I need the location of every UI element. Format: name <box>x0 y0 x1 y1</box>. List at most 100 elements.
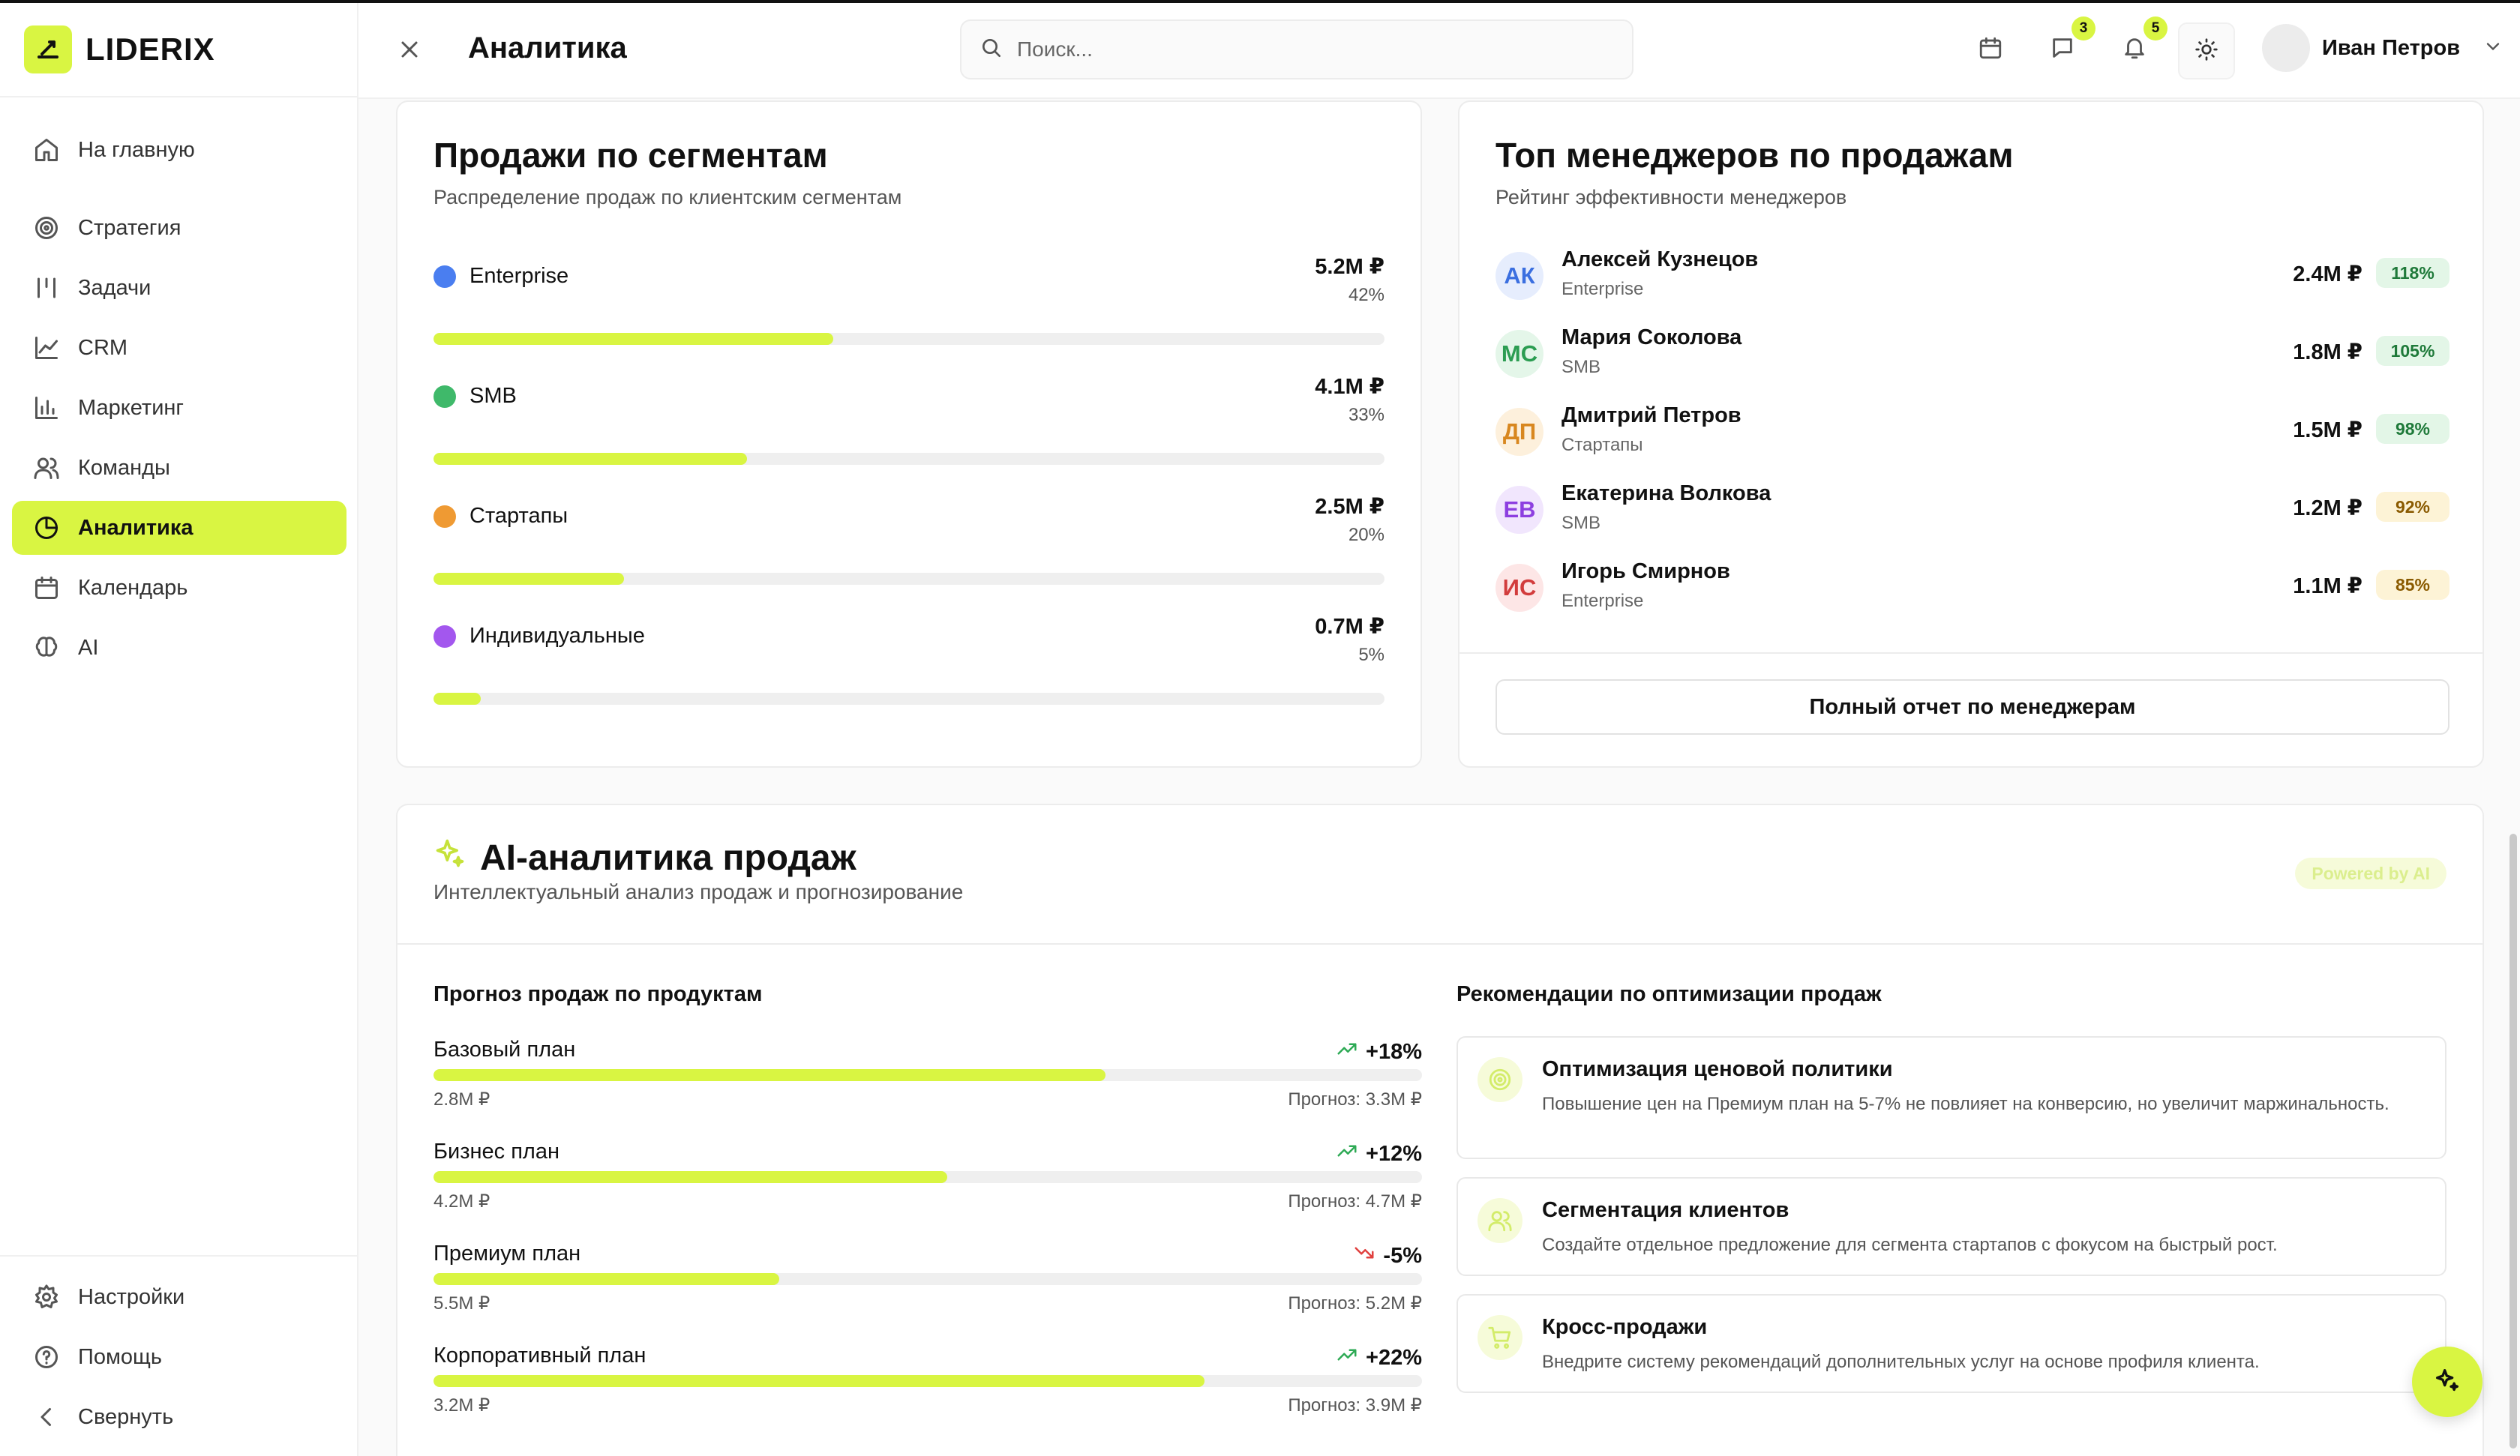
full-report-button[interactable]: Полный отчет по менеджерам <box>1496 679 2450 735</box>
sidebar-item-teams[interactable]: Команды <box>12 441 346 495</box>
sidebar-item-ai[interactable]: AI <box>12 621 346 675</box>
search-box[interactable] <box>960 19 1634 79</box>
sidebar-item-label: Задачи <box>78 275 152 300</box>
chart-line-icon <box>32 333 62 363</box>
card-subtitle: Рейтинг эффективности менеджеров <box>1496 186 1847 208</box>
segment-value: 0.7M ₽ <box>1315 615 1384 639</box>
theme-toggle-button[interactable] <box>2178 22 2235 79</box>
sparkle-icon <box>434 837 466 879</box>
forecast-title: Прогноз продаж по продуктам <box>434 982 763 1006</box>
ai-title-text: AI-аналитика продаж <box>480 837 856 878</box>
manager-segment: SMB <box>1562 513 1601 533</box>
manager-percent-badge: 85% <box>2376 570 2450 600</box>
card-title: Топ менеджеров по продажам <box>1496 136 2014 175</box>
segment-bar <box>434 693 1384 705</box>
search-input[interactable] <box>1017 37 1602 61</box>
segment-name: Индивидуальные <box>470 624 645 648</box>
segment-bar-fill <box>434 693 482 705</box>
segment-name: Enterprise <box>470 264 569 288</box>
product-current: 3.2M ₽ <box>434 1395 490 1416</box>
logo[interactable]: LIDERIX <box>24 25 215 73</box>
segment-bar <box>434 453 1384 465</box>
recommendation-text: Повышение цен на Премиум план на 5-7% не… <box>1542 1094 2390 1114</box>
target-icon <box>32 213 62 243</box>
sidebar-item-analytics[interactable]: Аналитика <box>12 501 346 555</box>
nav-gap <box>12 177 346 201</box>
product-bar-fill <box>434 1069 1106 1081</box>
product-bar-fill <box>434 1375 1205 1387</box>
sidebar-item-label: Настройки <box>78 1284 185 1309</box>
recommendation-card[interactable]: Кросс-продажи Внедрите систему рекоменда… <box>1456 1294 2446 1393</box>
manager-name: Дмитрий Петров <box>1562 403 1742 427</box>
segment-dot <box>434 625 456 648</box>
ai-assistant-button[interactable] <box>2412 1347 2482 1417</box>
notifications-button[interactable]: 5 <box>2118 16 2168 66</box>
product-current: 5.5M ₽ <box>434 1293 490 1314</box>
manager-row[interactable]: ДП Дмитрий Петров Стартапы 1.5M ₽ 98% <box>1496 403 2450 463</box>
sidebar-divider <box>0 96 358 97</box>
segment-label: Стартапы <box>434 504 568 529</box>
managers-card: Топ менеджеров по продажам Рейтинг эффек… <box>1458 100 2484 768</box>
recommendation-card[interactable]: Оптимизация ценовой политики Повышение ц… <box>1456 1036 2446 1159</box>
recommendation-title: Оптимизация ценовой политики <box>1542 1057 1893 1081</box>
scrollbar[interactable] <box>2510 834 2517 1449</box>
manager-avatar: АК <box>1496 252 1544 300</box>
close-icon[interactable] <box>396 36 423 63</box>
manager-row[interactable]: АК Алексей Кузнецов Enterprise 2.4M ₽ 11… <box>1496 247 2450 307</box>
manager-avatar: ЕВ <box>1496 486 1544 534</box>
segment-dot <box>434 505 456 528</box>
product-current: 4.2M ₽ <box>434 1191 490 1212</box>
manager-row[interactable]: ЕВ Екатерина Волкова SMB 1.2M ₽ 92% <box>1496 481 2450 541</box>
manager-avatar: ДП <box>1496 408 1544 456</box>
sidebar-item-label: Маркетинг <box>78 395 184 420</box>
sidebar-item-crm[interactable]: CRM <box>12 321 346 375</box>
segment-bar-fill <box>434 333 833 345</box>
sidebar-item-calendar[interactable]: Календарь <box>12 561 346 615</box>
product-change-value: +18% <box>1366 1039 1422 1064</box>
user-name: Иван Петров <box>2322 35 2461 60</box>
card-divider <box>1460 652 2482 654</box>
sidebar-item-marketing[interactable]: Маркетинг <box>12 381 346 435</box>
calendar-button[interactable] <box>1974 33 2007 66</box>
sidebar-item-label: Стратегия <box>78 215 182 240</box>
sidebar-item-label: На главную <box>78 137 195 162</box>
bar-chart-icon <box>32 393 62 423</box>
manager-name: Алексей Кузнецов <box>1562 247 1759 271</box>
product-bar <box>434 1069 1422 1081</box>
recommendation-card[interactable]: Сегментация клиентов Создайте отдельное … <box>1456 1177 2446 1276</box>
chevron-left-icon <box>32 1402 62 1432</box>
trend-up-icon <box>1336 1140 1358 1168</box>
product-name: Базовый план <box>434 1038 576 1062</box>
manager-percent-badge: 98% <box>2376 414 2450 444</box>
recommendation-title: Сегментация клиентов <box>1542 1198 1790 1222</box>
manager-name: Екатерина Волкова <box>1562 481 1772 505</box>
manager-row[interactable]: МС Мария Соколова SMB 1.8M ₽ 105% <box>1496 325 2450 385</box>
user-menu[interactable]: Иван Петров <box>2262 24 2504 72</box>
product-forecast: Прогноз: 3.9M ₽ <box>1288 1395 1422 1416</box>
segment-dot <box>434 265 456 288</box>
sidebar-item-settings[interactable]: Настройки <box>12 1270 346 1324</box>
sidebar-item-tasks[interactable]: Задачи <box>12 261 346 315</box>
sidebar-item-help[interactable]: Помощь <box>12 1330 346 1384</box>
manager-avatar: ИС <box>1496 564 1544 612</box>
segment-percent: 33% <box>1348 405 1384 425</box>
segment-value: 2.5M ₽ <box>1315 495 1384 519</box>
segment-bar-fill <box>434 573 624 585</box>
messages-button[interactable]: 3 <box>2046 16 2096 66</box>
segment-label: SMB <box>434 384 517 409</box>
sidebar-item-strategy[interactable]: Стратегия <box>12 201 346 255</box>
sidebar-nav: На главную Стратегия Задачи CRM Маркетин… <box>12 123 346 675</box>
cart-icon <box>1478 1315 1522 1360</box>
tasks-icon <box>32 273 62 303</box>
product-change: +18% <box>1336 1038 1422 1066</box>
sidebar-item-home[interactable]: На главную <box>12 123 346 177</box>
message-icon <box>2050 35 2075 64</box>
product-change: +22% <box>1336 1344 1422 1372</box>
trend-up-icon <box>1336 1344 1358 1372</box>
sidebar-bottom-nav: Настройки Помощь Свернуть <box>12 1270 346 1444</box>
product-name: Корпоративный план <box>434 1344 646 1368</box>
calendar-icon <box>1978 35 2003 64</box>
manager-row[interactable]: ИС Игорь Смирнов Enterprise 1.1M ₽ 85% <box>1496 559 2450 619</box>
sidebar-item-collapse[interactable]: Свернуть <box>12 1390 346 1444</box>
help-icon <box>32 1342 62 1372</box>
